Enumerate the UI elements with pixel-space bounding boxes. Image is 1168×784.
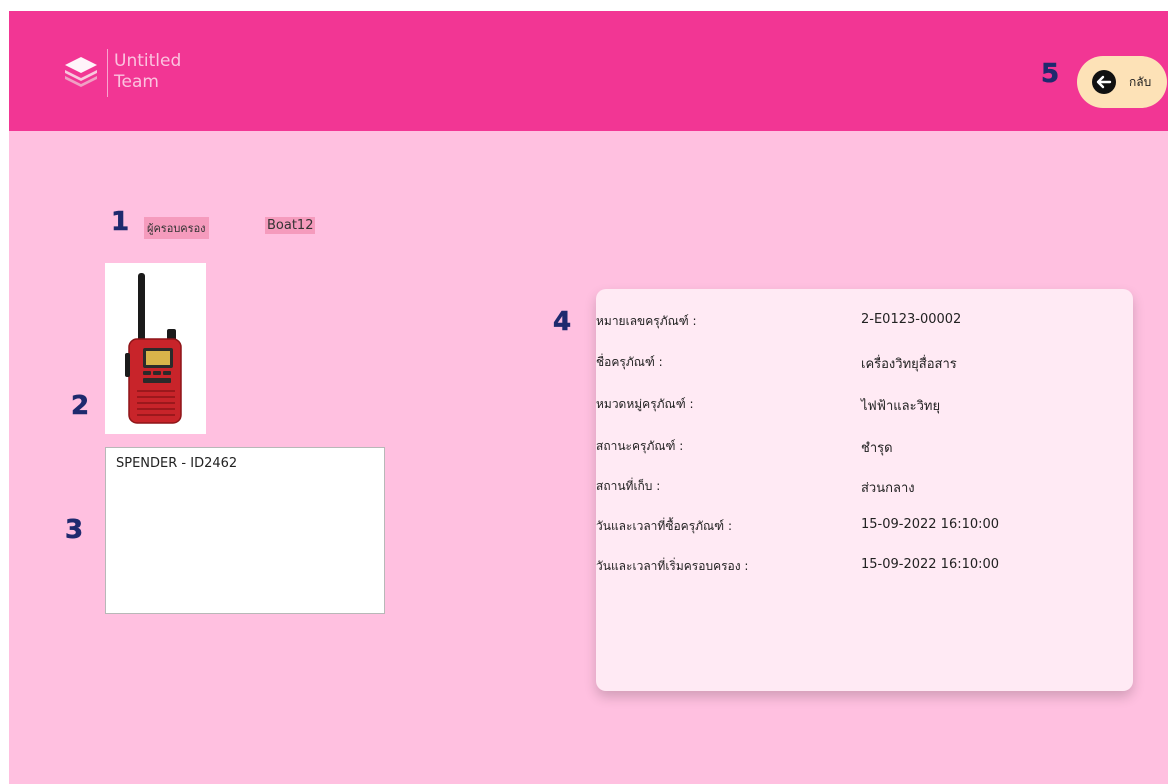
annotation-marker-5: 5 [1041, 59, 1060, 90]
detail-label: ชื่อครุภัณฑ์ : [596, 355, 663, 369]
stacked-layers-icon [65, 57, 97, 87]
top-navbar: Untitled Team 5 กลับ [9, 11, 1168, 131]
description-textbox[interactable]: SPENDER - ID2462 [105, 447, 385, 614]
brand-line-2: Team [114, 72, 159, 92]
detail-value: ส่วนกลาง [861, 481, 915, 496]
detail-label: หมวดหมู่ครุภัณฑ์ : [596, 397, 694, 411]
back-button[interactable]: กลับ [1077, 56, 1167, 108]
detail-row: วันและเวลาที่เริ่มครอบครอง : 15-09-2022 … [596, 557, 1133, 577]
detail-label: สถานที่เก็บ : [596, 479, 661, 493]
description-text: SPENDER - ID2462 [116, 456, 238, 471]
brand-name[interactable]: Untitled Team [114, 51, 181, 93]
logo-divider [107, 49, 108, 97]
annotation-marker-2: 2 [71, 391, 90, 422]
detail-value: 2-E0123-00002 [861, 312, 962, 327]
detail-label: สถานะครุภัณฑ์ : [596, 439, 684, 453]
detail-value: 15-09-2022 16:10:00 [861, 517, 1000, 532]
app-frame: Untitled Team 5 กลับ 1 ผู้ครอบครอง Boat1… [9, 11, 1168, 784]
detail-row: หมวดหมู่ครุภัณฑ์ : ไฟฟ้าและวิทยุ [596, 395, 1133, 415]
detail-value: ชำรุด [861, 441, 893, 456]
owner-value: Boat12 [265, 217, 316, 234]
annotation-marker-3: 3 [65, 515, 84, 546]
equipment-details-card: หมายเลขครุภัณฑ์ : 2-E0123-00002 ชื่อครุภ… [596, 289, 1133, 691]
owner-label: ผู้ครอบครอง [144, 217, 209, 239]
detail-label: วันและเวลาที่เริ่มครอบครอง : [596, 559, 749, 573]
detail-row: หมายเลขครุภัณฑ์ : 2-E0123-00002 [596, 312, 1133, 332]
detail-value: เครื่องวิทยุสื่อสาร [861, 357, 957, 372]
annotation-marker-4: 4 [553, 307, 572, 338]
detail-row: สถานที่เก็บ : ส่วนกลาง [596, 477, 1133, 497]
radio-walkie-talkie-image [125, 273, 182, 424]
equipment-photo [105, 263, 206, 434]
detail-label: วันและเวลาที่ซื้อครุภัณฑ์ : [596, 519, 733, 533]
detail-label: หมายเลขครุภัณฑ์ : [596, 314, 697, 328]
back-button-label: กลับ [1129, 75, 1152, 89]
brand-line-1: Untitled [114, 51, 182, 71]
detail-row: ชื่อครุภัณฑ์ : เครื่องวิทยุสื่อสาร [596, 353, 1133, 373]
arrow-left-circle-icon [1092, 70, 1116, 94]
detail-value: 15-09-2022 16:10:00 [861, 557, 1000, 572]
detail-value: ไฟฟ้าและวิทยุ [861, 399, 941, 414]
detail-row: วันและเวลาที่ซื้อครุภัณฑ์ : 15-09-2022 1… [596, 517, 1133, 537]
detail-row: สถานะครุภัณฑ์ : ชำรุด [596, 437, 1133, 457]
annotation-marker-1: 1 [111, 207, 130, 238]
